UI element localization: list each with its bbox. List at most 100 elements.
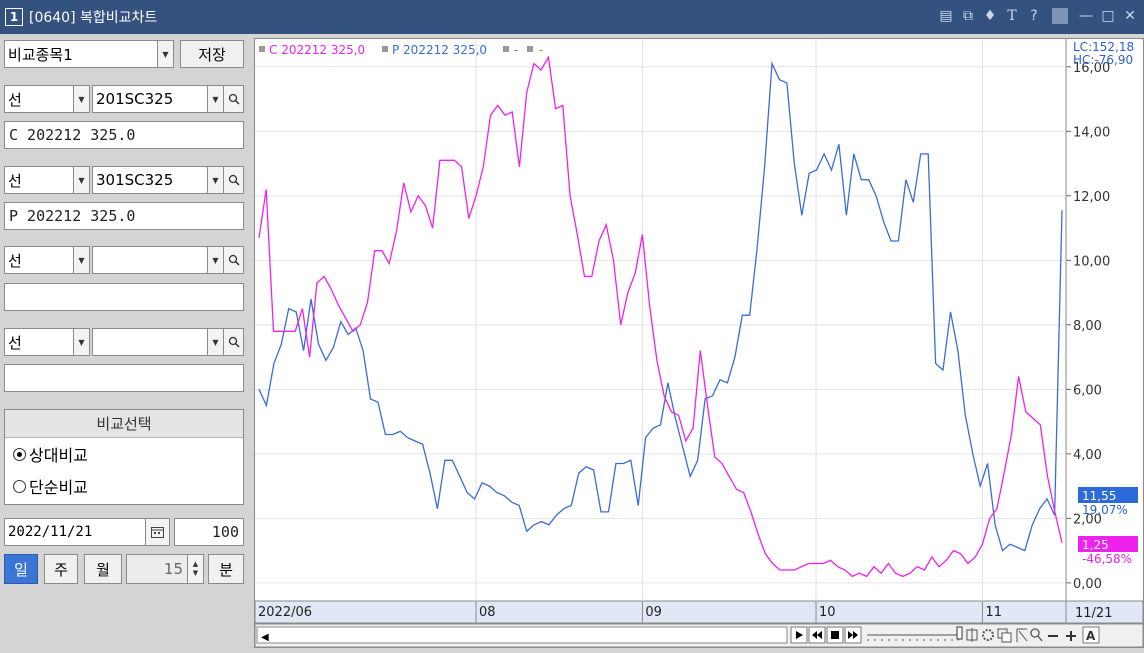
left-panel: 비교종목1 ▼ 저장 선 ▼ 201SC325 ▼ C 202212 325.0… [0, 34, 250, 653]
y-tick-label: 0,00 [1073, 577, 1102, 592]
type-combo-3-value: 선 [8, 251, 22, 270]
x-tick-label: 2022/06 [258, 605, 312, 620]
type-combo-4[interactable]: 선 ▼ [4, 328, 90, 356]
legend-extra-1: - [514, 43, 518, 57]
hc-readout: HC:-76,90 [1073, 53, 1133, 67]
legend-c: C 202212 325,0 [269, 43, 365, 57]
radio-unselected-icon [13, 479, 26, 493]
type-combo-1[interactable]: 선 ▼ [4, 85, 90, 113]
radio-selected-icon [13, 447, 26, 461]
search-icon[interactable] [223, 329, 243, 355]
code-combo-3[interactable]: ▼ [92, 246, 244, 274]
chevron-down-icon[interactable]: ▼ [73, 247, 89, 273]
date-field[interactable]: 2022/11/21 [4, 518, 170, 546]
plot-background [255, 39, 1143, 601]
x-tick-label: 11 [985, 605, 1002, 620]
title-divider [1052, 8, 1068, 24]
comparison-chart[interactable]: 16,0014,0012,0010,008,006,004,002,000,00… [254, 39, 1144, 648]
legend-marker-4 [527, 46, 533, 52]
scroll-left-icon[interactable]: ◀ [261, 632, 269, 643]
chevron-down-icon[interactable]: ▼ [207, 86, 223, 112]
count-input[interactable]: 100 [174, 518, 244, 546]
date-value: 2022/11/21 [8, 524, 93, 540]
c-current-value: 1,25 [1082, 538, 1109, 552]
y-tick-label: 12,00 [1073, 190, 1110, 205]
period-month-button[interactable]: 월 [84, 554, 122, 584]
rewind-icon[interactable] [808, 626, 826, 644]
radio-relative-label: 상대비교 [29, 446, 88, 465]
y-tick-label: 8,00 [1073, 319, 1102, 334]
instrument-name-3 [4, 283, 244, 311]
compare-group-title: 비교선택 [5, 410, 243, 438]
close-icon[interactable]: ✕ [1122, 8, 1138, 24]
maximize-icon[interactable]: □ [1100, 8, 1116, 24]
minute-stepper[interactable]: 15 ▲ ▼ [126, 554, 204, 584]
radio-simple-label: 단순비교 [29, 478, 88, 497]
chevron-down-icon[interactable]: ▼ [73, 329, 89, 355]
legend-marker-c [259, 46, 265, 52]
radio-simple-compare[interactable]: 단순비교 [5, 470, 243, 502]
auto-label: A [1086, 629, 1096, 643]
chevron-down-icon[interactable]: ▼ [73, 167, 89, 193]
y-tick-label: 6,00 [1073, 383, 1102, 398]
minimize-icon[interactable]: — [1078, 8, 1094, 24]
p-current-value: 11,55 [1082, 489, 1116, 503]
code-combo-1[interactable]: 201SC325 ▼ [92, 85, 244, 113]
minute-value: 15 [163, 560, 183, 578]
chevron-down-icon[interactable]: ▼ [207, 247, 223, 273]
search-icon[interactable] [223, 247, 243, 273]
app-window: 1 [0640] 복합비교차트 ▤ ⧉ ♦ T ? — □ ✕ 비교종목1 ▼ … [0, 0, 1144, 653]
group-combo[interactable]: 비교종목1 ▼ [4, 40, 174, 68]
c-current-change: -46,58% [1082, 552, 1132, 566]
x-last-date: 11/21 [1075, 606, 1112, 621]
scroll-track[interactable] [256, 626, 788, 644]
period-week-button[interactable]: 주 [44, 554, 78, 584]
help-icon[interactable]: ? [1026, 8, 1042, 24]
chart-panel: 16,00 14,00 12,00 10,00 8,00 6,00 4,00 2,00 0,00… [254, 38, 1144, 648]
new-window-icon[interactable]: ⧉ [960, 8, 976, 24]
search-icon[interactable] [223, 86, 243, 112]
period-minute-button[interactable]: 분 [208, 554, 244, 584]
bottom-toolbar: ◀ A [254, 623, 1144, 648]
x-tick-label: 09 [645, 605, 662, 620]
type-combo-3[interactable]: 선 ▼ [4, 246, 90, 274]
chevron-down-icon[interactable]: ▼ [73, 86, 89, 112]
play-icon[interactable] [790, 626, 808, 644]
code-combo-1-value: 201SC325 [96, 90, 174, 108]
group-combo-value: 비교종목1 [8, 45, 73, 64]
calendar-icon[interactable] [145, 519, 169, 545]
search-icon[interactable] [223, 167, 243, 193]
type-combo-2-value: 선 [8, 171, 22, 190]
x-axis-band [254, 600, 1144, 624]
code-combo-2[interactable]: 301SC325 ▼ [92, 166, 244, 194]
pin-icon[interactable]: ♦ [982, 8, 998, 24]
auto-icon[interactable]: A [1082, 626, 1100, 644]
p-current-change: 19,07% [1082, 503, 1128, 517]
title-bar-icons: ▤ ⧉ ♦ T ? — □ ✕ [938, 8, 1138, 24]
legend-marker-p [382, 46, 388, 52]
instrument-name-2: P 202212 325.0 [4, 202, 244, 230]
y-tick-label: 14,00 [1073, 125, 1110, 140]
stepper-arrows-icon[interactable]: ▲ ▼ [187, 555, 203, 583]
type-combo-1-value: 선 [8, 90, 22, 109]
fast-forward-icon[interactable] [844, 626, 862, 644]
stop-icon[interactable] [826, 626, 844, 644]
period-day-button[interactable]: 일 [4, 554, 38, 584]
y-tick-label: 10,00 [1073, 254, 1110, 269]
code-combo-4[interactable]: ▼ [92, 328, 244, 356]
type-combo-2[interactable]: 선 ▼ [4, 166, 90, 194]
chevron-down-icon[interactable]: ▼ [157, 41, 173, 67]
chevron-down-icon[interactable]: ▼ [207, 167, 223, 193]
restore-icon[interactable]: ▤ [938, 8, 954, 24]
c-current-tag: 1,25 -46,58% [1078, 536, 1138, 566]
code-combo-2-value: 301SC325 [96, 171, 174, 189]
title-bar: 1 [0640] 복합비교차트 ▤ ⧉ ♦ T ? — □ ✕ [0, 0, 1144, 34]
radio-relative-compare[interactable]: 상대비교 [5, 438, 243, 470]
save-button[interactable]: 저장 [180, 40, 244, 68]
chevron-down-icon[interactable]: ▼ [207, 329, 223, 355]
font-icon[interactable]: T [1004, 8, 1020, 24]
instrument-name-1: C 202212 325.0 [4, 121, 244, 149]
window-number[interactable]: 1 [5, 8, 23, 26]
x-tick-label: 08 [479, 605, 496, 620]
x-tick-label: 10 [819, 605, 836, 620]
